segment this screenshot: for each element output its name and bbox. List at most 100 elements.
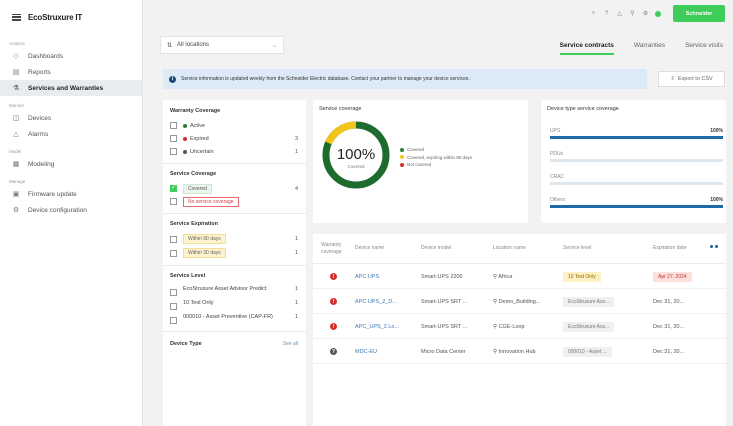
location-select[interactable]: ⇅ All locations ⌄ (160, 36, 284, 54)
export-csv-button[interactable]: ⇩ Export to CSV (658, 71, 725, 87)
filter-option-expiration[interactable]: Within 90 days 1 (170, 232, 298, 246)
expiration-date: Dec 31, 20... (653, 323, 685, 330)
table-row[interactable]: ! APC_UPS_2.Lo... Smart-UPS SRT ... ⚲ CGE-L… (313, 315, 726, 339)
cell-device-name[interactable]: APC UPS_2_D... (355, 299, 421, 305)
filter-option-expiration[interactable]: Within 30 days 1 (170, 246, 298, 260)
bell-icon[interactable]: △ (616, 10, 623, 17)
checkbox[interactable] (170, 317, 177, 324)
legend-label: Covered (407, 147, 425, 153)
device-link[interactable]: APC UPS_2_D... (355, 299, 397, 305)
checkbox[interactable] (170, 249, 177, 257)
cell-device-name[interactable]: APC_UPS_2.Lo... (355, 324, 421, 330)
help-icon[interactable]: ? (603, 10, 610, 17)
table-row[interactable]: ! APC UPS Smart-UPS 2200 ⚲ Africa 10 Test On… (313, 265, 726, 289)
sidebar-item-reports[interactable]: ▤ Reports (0, 64, 142, 80)
col-device-model[interactable]: Device model (421, 245, 493, 252)
filter-option-service[interactable]: No service coverage (170, 195, 298, 208)
bar-track (550, 182, 723, 185)
coverage-legend: Covered Covered, expiring within 90 days N… (400, 146, 472, 169)
cell-location: ⚲ Africa (493, 274, 563, 280)
table-row[interactable]: ? MDC-EU Micro Data Center ⚲ Innovation Hub… (313, 340, 726, 364)
filter-title-device-type: Device Type (170, 340, 202, 347)
sidebar-item-device-configuration[interactable]: ⚙ Device configuration (0, 202, 142, 218)
checkbox[interactable] (170, 235, 177, 243)
see-all-link[interactable]: See all (283, 341, 298, 347)
device-type-bar: PDUs (550, 151, 723, 162)
cell-warranty: ! (313, 273, 355, 280)
checkbox[interactable] (170, 135, 177, 142)
table-row[interactable]: ! APC UPS_2_D... Smart-UPS SRT ... ⚲ Demo_B… (313, 290, 726, 314)
filter-option-level[interactable]: 000010 - Asset Preventive (CAP-FR) 1 (170, 312, 298, 326)
filter-option-warranty[interactable]: Uncertain 1 (170, 145, 298, 158)
nav-section-label: Model (9, 149, 22, 154)
checkbox[interactable] (170, 122, 177, 129)
sidebar-item-services-and-warranties[interactable]: ⚗ Services and Warranties (0, 80, 142, 96)
cell-service-level: EcoStruxure Ass... (563, 296, 653, 307)
checkbox[interactable] (170, 184, 177, 192)
sidebar-item-alarms[interactable]: △ Alarms (0, 126, 142, 142)
cell-device-model: Smart-UPS 2200 (421, 273, 463, 280)
device-link[interactable]: APC UPS (355, 274, 379, 280)
bar-label-row: PDUs (550, 151, 723, 157)
filter-option-label: Within 90 days (183, 234, 226, 244)
col-warranty[interactable]: Warranty coverage (313, 242, 355, 255)
cell-device-name[interactable]: MDC-EU (355, 349, 421, 355)
sidebar-item-firmware-update[interactable]: ▣ Firmware update (0, 186, 142, 202)
filter-option-service[interactable]: Covered 4 (170, 182, 298, 195)
checkbox[interactable] (170, 289, 177, 296)
checkbox[interactable] (170, 198, 177, 205)
export-icon: ⇩ (670, 76, 675, 82)
sidebar-item-modeling[interactable]: ▦ Modeling (0, 156, 142, 172)
sidebar: EcoStruxure IT Analyze ◇ Dashboards ▤ Report… (0, 0, 143, 426)
filter-option-level[interactable]: EcoStruxure Asset Advisor Predict 1 (170, 284, 298, 298)
device-link[interactable]: MDC-EU (355, 349, 377, 355)
filter-count: 1 (294, 236, 298, 242)
dashboard-icon: ◇ (13, 53, 19, 60)
legend-item: Covered (400, 146, 472, 154)
location-icon[interactable]: ⚲ (629, 10, 636, 17)
settings-icon[interactable]: ⚙ (642, 10, 649, 17)
sidebar-item-dashboards[interactable]: ◇ Dashboards (0, 48, 142, 64)
bar-label: UPS (550, 128, 561, 134)
legend-label: Not covered (407, 162, 432, 168)
tab-service-contracts[interactable]: Service contracts (559, 42, 615, 55)
schneider-logo[interactable]: Schneider (673, 5, 725, 22)
expired-status-icon: ! (330, 273, 337, 280)
device-type-bar: CRAC (550, 174, 723, 185)
nav-section-label: Manage (9, 179, 26, 184)
status-dot-icon (183, 136, 187, 141)
bar-label-row: UPS 100% (550, 128, 723, 134)
bar-track (550, 159, 723, 162)
sidebar-item-devices[interactable]: ◫ Devices (0, 110, 142, 126)
tab-warranties[interactable]: Warranties (634, 42, 665, 55)
filter-option-level[interactable]: 10 Test Only 1 (170, 298, 298, 312)
filter-option-warranty[interactable]: Active (170, 119, 298, 132)
col-service-level[interactable]: Service level (563, 245, 653, 252)
cell-device-model: Smart-UPS SRT ... (421, 323, 468, 330)
col-device-name[interactable]: Device name (355, 245, 421, 252)
filter-count: 4 (294, 185, 298, 192)
checkbox[interactable] (170, 148, 177, 155)
filter-title-level: Service Level (170, 273, 206, 279)
location-name: Demo_Building... (498, 298, 541, 305)
service-level-pill: EcoStruxure Ass... (563, 296, 615, 307)
service-level-pill: 000010 - Asset ... (563, 346, 612, 357)
tab-service-visits[interactable]: Service visits (685, 42, 723, 55)
filter-count: 1 (294, 286, 298, 292)
search-icon[interactable]: ⌕ (590, 10, 597, 17)
donut-percent: 100% (337, 146, 375, 163)
cell-location: ⚲ CGE-Loop (493, 324, 563, 330)
donut-expiring-arc (325, 121, 357, 145)
column-settings-icon[interactable] (710, 245, 718, 248)
nav-section-label: Monitor (9, 103, 25, 108)
filter-option-label: Covered (183, 183, 212, 194)
filter-option-warranty[interactable]: Expired 3 (170, 132, 298, 145)
device-link[interactable]: APC_UPS_2.Lo... (355, 324, 399, 330)
menu-icon[interactable] (12, 13, 21, 21)
cell-device-name[interactable]: APC UPS (355, 274, 421, 280)
checkbox[interactable] (170, 303, 177, 310)
uncertain-status-icon: ? (330, 348, 337, 355)
filter-title-service: Service Coverage (170, 171, 217, 177)
col-location[interactable]: Location name (493, 245, 563, 252)
cell-expiration: Dec 31, 20... (653, 324, 726, 330)
